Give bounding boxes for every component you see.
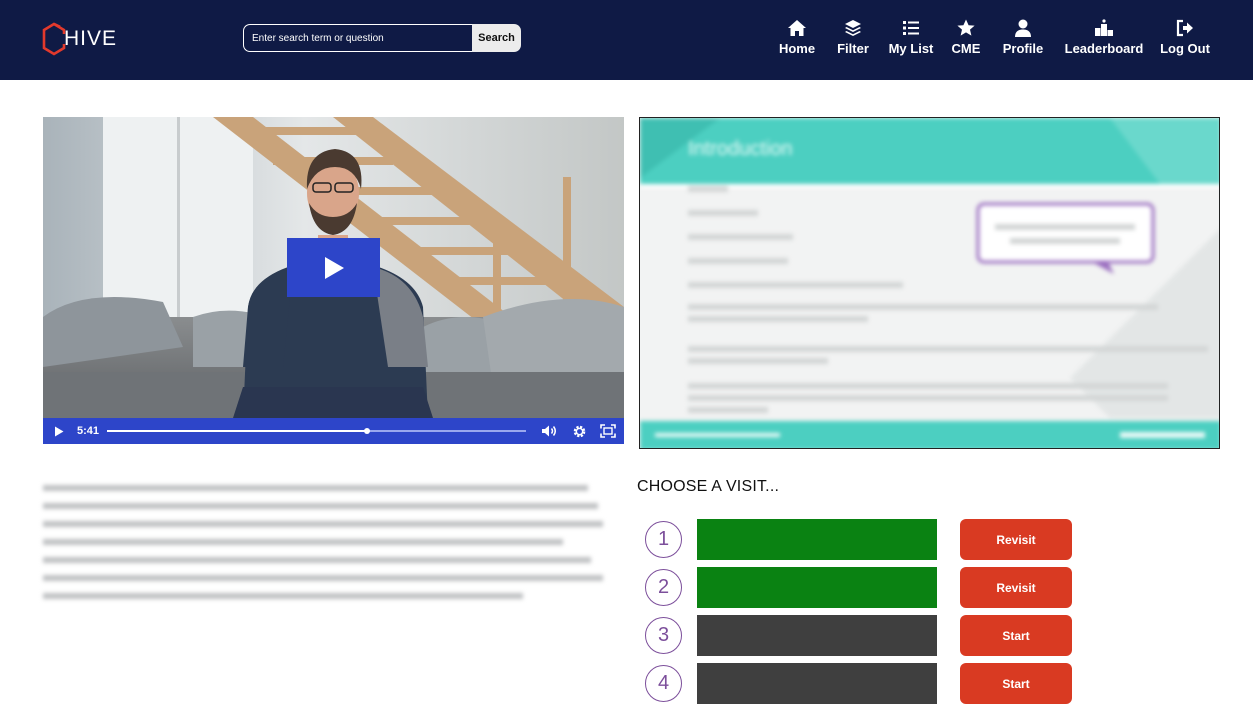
- settings-icon: [573, 425, 585, 437]
- revisit-button[interactable]: Revisit: [960, 567, 1072, 608]
- volume-icon: [542, 425, 556, 437]
- revisit-button[interactable]: Revisit: [960, 519, 1072, 560]
- fullscreen-button[interactable]: [596, 418, 620, 444]
- layers-icon: [845, 20, 861, 36]
- nav-my-list[interactable]: My List: [881, 18, 941, 62]
- list-icon: [903, 21, 919, 35]
- slide-preview[interactable]: Introduction: [639, 117, 1220, 449]
- progress-handle[interactable]: [363, 428, 370, 434]
- visit-number-badge: 2: [645, 569, 682, 606]
- visit-row: 4 Start: [645, 663, 1075, 705]
- slide-title: Introduction: [688, 138, 793, 160]
- visit-row: 1 Revisit: [645, 519, 1075, 561]
- nav-profile-label: Profile: [1002, 41, 1044, 56]
- nav-profile[interactable]: Profile: [995, 18, 1051, 62]
- nav-leaderboard-label: Leaderboard: [1064, 41, 1144, 56]
- visit-status-bar: [697, 615, 937, 656]
- settings-button[interactable]: [567, 418, 591, 444]
- nav-my-list-label: My List: [888, 41, 934, 56]
- logout-icon: [1176, 19, 1193, 37]
- fullscreen-icon: [600, 424, 616, 438]
- video-control-bar: 5:41: [43, 418, 624, 444]
- nav-filter[interactable]: Filter: [825, 18, 881, 62]
- podium-icon: [1095, 19, 1113, 36]
- top-navigation-bar: HIVE Search Home Filter My List CME Prof…: [0, 0, 1253, 80]
- visit-number-badge: 3: [645, 617, 682, 654]
- case-description-blurred: [43, 481, 608, 613]
- play-icon: [324, 256, 344, 279]
- nav-home[interactable]: Home: [767, 18, 827, 62]
- nav-log-out-label: Log Out: [1160, 41, 1210, 56]
- visit-row: 3 Start: [645, 615, 1075, 657]
- video-player[interactable]: 5:41: [43, 117, 624, 444]
- visit-number-badge: 1: [645, 521, 682, 558]
- play-icon: [55, 426, 64, 436]
- visit-number-badge: 4: [645, 665, 682, 702]
- visit-status-bar: [697, 663, 937, 704]
- visit-row: 2 Revisit: [645, 567, 1075, 609]
- home-icon: [788, 20, 806, 36]
- nav-home-label: Home: [778, 41, 816, 56]
- volume-button[interactable]: [537, 418, 561, 444]
- progress-bar-fill: [107, 430, 367, 432]
- star-icon: [957, 19, 975, 36]
- nav-cme-label: CME: [951, 41, 981, 56]
- search-input[interactable]: [243, 24, 472, 52]
- control-play-button[interactable]: [49, 418, 69, 444]
- visit-status-bar: [697, 519, 937, 560]
- search-button[interactable]: Search: [472, 24, 521, 52]
- start-button[interactable]: Start: [960, 615, 1072, 656]
- user-icon: [1015, 19, 1031, 37]
- visit-status-bar: [697, 567, 937, 608]
- slide-content: Introduction: [640, 118, 1219, 448]
- nav-filter-label: Filter: [837, 41, 869, 56]
- nav-cme[interactable]: CME: [941, 18, 991, 62]
- nav-leaderboard[interactable]: Leaderboard: [1057, 18, 1151, 62]
- choose-visit-heading: CHOOSE A VISIT...: [637, 478, 780, 495]
- play-video-button[interactable]: [287, 238, 380, 297]
- hexagon-logo-icon: [42, 22, 66, 56]
- progress-bar[interactable]: [107, 428, 526, 434]
- blurred-text-lines: [43, 485, 603, 599]
- nav-log-out[interactable]: Log Out: [1155, 18, 1215, 62]
- start-button[interactable]: Start: [960, 663, 1072, 704]
- search-bar: Search: [243, 24, 521, 52]
- slide-graphics: [640, 118, 1219, 448]
- logo-wordmark: HIVE: [64, 27, 118, 50]
- hive-logo[interactable]: HIVE: [42, 20, 122, 58]
- current-time: 5:41: [77, 425, 100, 437]
